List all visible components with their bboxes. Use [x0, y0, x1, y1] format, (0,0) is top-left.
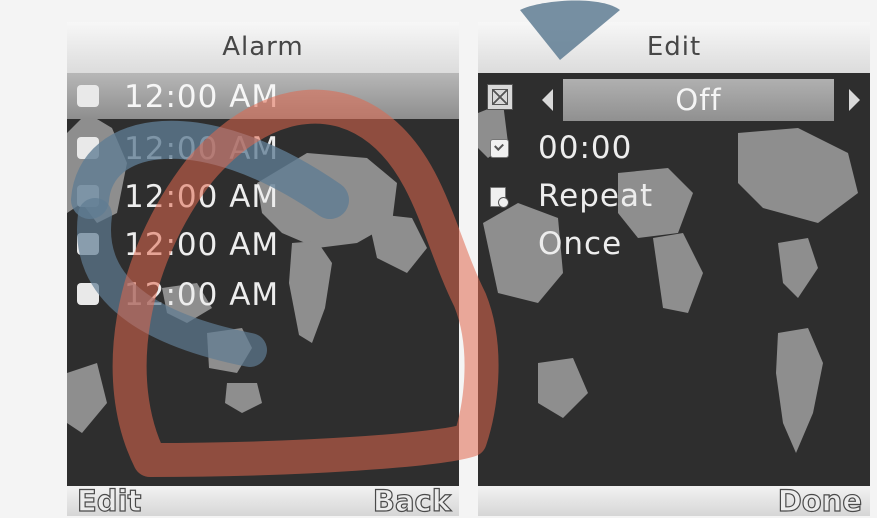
- alarm-time: 12:00 AM: [124, 131, 280, 167]
- edit-softkey-bar: Done: [478, 483, 870, 518]
- alarm-screen: Alarm 12:00 AM 12:00 AM 12:00 AM 12:00 A…: [67, 22, 459, 518]
- alarm-enable-checkbox[interactable]: [77, 85, 99, 107]
- repeat-page-icon: [490, 187, 509, 208]
- alarm-enable-checkbox[interactable]: [77, 185, 99, 207]
- back-softkey[interactable]: Back: [372, 483, 451, 518]
- alarm-list-area: 12:00 AM 12:00 AM 12:00 AM 12:00 AM 12:0…: [67, 73, 459, 486]
- edit-screen: Edit Off 00:00 Repeat Once Done: [478, 22, 870, 518]
- alarm-list-item[interactable]: 12:00 AM: [67, 173, 459, 221]
- alarm-status-selector[interactable]: Off: [563, 79, 834, 121]
- alarm-time: 12:00 AM: [124, 179, 280, 215]
- repeat-label: Repeat: [538, 178, 654, 214]
- alarm-list-item[interactable]: 12:00 AM: [67, 221, 459, 269]
- done-softkey[interactable]: Done: [777, 483, 863, 518]
- alarm-softkey-bar: Edit Back: [67, 483, 459, 518]
- repeat-row[interactable]: Repeat: [478, 173, 870, 221]
- alarm-enable-checkbox[interactable]: [77, 233, 99, 255]
- alarm-list-item[interactable]: 12:00 AM: [67, 125, 459, 173]
- alarm-time: 12:00 AM: [124, 79, 280, 115]
- arrow-left-icon[interactable]: [542, 89, 553, 111]
- repeat-value-row[interactable]: Once: [478, 221, 870, 269]
- repeat-value: Once: [538, 226, 623, 262]
- alarm-time: 12:00 AM: [124, 277, 280, 313]
- alarm-time-value: 00:00: [538, 130, 633, 166]
- edit-title: Edit: [478, 22, 870, 73]
- alarm-list-item[interactable]: 12:00 AM: [67, 271, 459, 319]
- clock-check-icon: [490, 139, 509, 158]
- edit-softkey[interactable]: Edit: [76, 483, 142, 518]
- alarm-list-item[interactable]: 12:00 AM: [67, 73, 459, 119]
- edit-form-area: Off 00:00 Repeat Once: [478, 73, 870, 486]
- alarm-enable-checkbox[interactable]: [77, 283, 99, 305]
- alarm-enable-checkbox[interactable]: [77, 137, 99, 159]
- time-row[interactable]: 00:00: [478, 125, 870, 173]
- alarm-title: Alarm: [67, 22, 459, 73]
- alarm-time: 12:00 AM: [124, 227, 280, 263]
- alarm-status-checkbox-icon[interactable]: [487, 84, 513, 110]
- arrow-right-icon[interactable]: [849, 89, 860, 111]
